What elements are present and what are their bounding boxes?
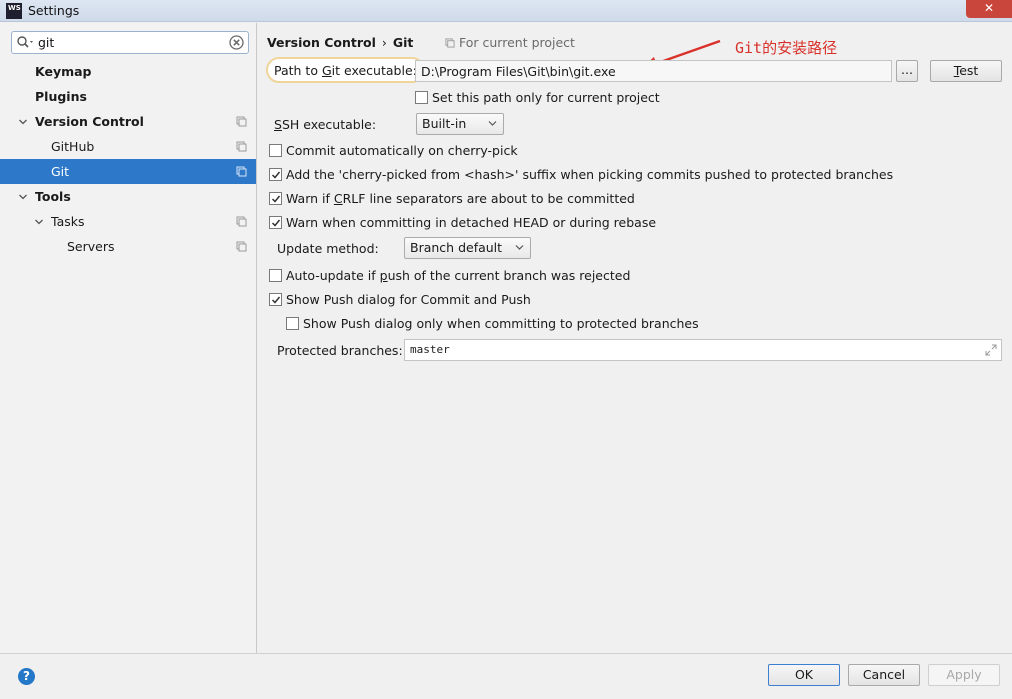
chevron-down-icon[interactable] <box>18 192 28 202</box>
tree-item-plugins[interactable]: Plugins <box>0 84 256 109</box>
checkmark-icon <box>271 171 281 179</box>
for-project-text: For current project <box>459 35 575 50</box>
tree-item-tasks[interactable]: Tasks <box>0 209 256 234</box>
tree-item-git[interactable]: Git <box>0 159 256 184</box>
checkmark-icon <box>271 296 281 304</box>
for-current-project-note: For current project <box>445 35 575 50</box>
protected-branches-input[interactable]: master <box>404 339 1002 361</box>
tree-item-label: Tools <box>35 189 71 204</box>
cancel-button[interactable]: Cancel <box>848 664 920 686</box>
close-window-button[interactable]: ✕ <box>966 0 1012 18</box>
title-bar: WS Settings ✕ <box>0 0 1012 22</box>
auto-update-checkbox[interactable] <box>269 269 282 282</box>
git-settings-panel: Version Control › Git For current project … <box>258 23 1012 653</box>
breadcrumb-current: Git <box>392 35 414 50</box>
settings-sidebar: Keymap Plugins Version Control GitHub Gi… <box>0 23 257 653</box>
help-icon[interactable]: ? <box>18 668 35 685</box>
settings-tree: Keymap Plugins Version Control GitHub Gi… <box>0 59 256 259</box>
project-icon <box>236 166 247 177</box>
project-icon <box>236 141 247 152</box>
annotation-text: Git的安装路径 <box>735 39 838 57</box>
tree-item-label: Keymap <box>35 64 92 79</box>
tree-item-version-control[interactable]: Version Control <box>0 109 256 134</box>
path-to-git-label: Path to Git executable: <box>266 57 425 83</box>
search-input[interactable] <box>38 34 218 51</box>
checkmark-icon <box>271 219 281 227</box>
tree-item-label: Version Control <box>35 114 144 129</box>
tree-item-label: Plugins <box>35 89 87 104</box>
chevron-down-icon <box>488 121 497 126</box>
chevron-down-icon[interactable] <box>34 217 44 227</box>
push-dialog-checkbox[interactable] <box>269 293 282 306</box>
tree-item-tools[interactable]: Tools <box>0 184 256 209</box>
detached-head-checkbox[interactable] <box>269 216 282 229</box>
update-method-select[interactable]: Branch default <box>404 237 531 259</box>
search-icon <box>17 36 33 48</box>
tree-item-servers[interactable]: Servers <box>0 234 256 259</box>
tree-item-label: Servers <box>67 239 115 254</box>
git-path-input[interactable] <box>415 60 892 82</box>
protected-branches-label: Protected branches: <box>277 343 403 358</box>
expand-icon[interactable] <box>985 344 997 356</box>
chevron-down-icon[interactable] <box>18 117 28 127</box>
chevron-down-icon <box>515 245 524 250</box>
tree-item-label: GitHub <box>51 139 95 154</box>
cherry-suffix-checkbox[interactable] <box>269 168 282 181</box>
ssh-executable-label: SSH executable: <box>274 117 377 132</box>
tree-item-keymap[interactable]: Keymap <box>0 59 256 84</box>
dialog-footer: ? OK Cancel Apply <box>0 653 1012 699</box>
project-icon <box>236 116 247 127</box>
tree-item-label: Tasks <box>51 214 85 229</box>
project-icon <box>236 241 247 252</box>
path-current-project-checkbox[interactable] <box>415 91 428 104</box>
window-title: Settings <box>28 3 80 18</box>
breadcrumb: Version Control › Git <box>267 35 413 50</box>
update-method-label: Update method: <box>277 241 379 256</box>
breadcrumb-separator: › <box>381 35 387 50</box>
tree-item-github[interactable]: GitHub <box>0 134 256 159</box>
push-dialog-protected-checkbox[interactable] <box>286 317 299 330</box>
cherry-pick-checkbox[interactable] <box>269 144 282 157</box>
tree-item-label: Git <box>51 164 70 179</box>
checkmark-icon <box>271 195 281 203</box>
apply-button[interactable]: Apply <box>928 664 1000 686</box>
breadcrumb-parent[interactable]: Version Control <box>267 35 376 50</box>
browse-button[interactable]: ... <box>896 60 918 82</box>
project-icon <box>236 216 247 227</box>
project-icon <box>445 38 455 48</box>
settings-search[interactable] <box>11 31 249 54</box>
crlf-warning-checkbox[interactable] <box>269 192 282 205</box>
clear-search-icon[interactable] <box>229 35 244 50</box>
ssh-executable-select[interactable]: Built-in <box>416 113 504 135</box>
app-logo: WS <box>6 3 22 19</box>
test-button[interactable]: Test <box>930 60 1002 82</box>
ok-button[interactable]: OK <box>768 664 840 686</box>
